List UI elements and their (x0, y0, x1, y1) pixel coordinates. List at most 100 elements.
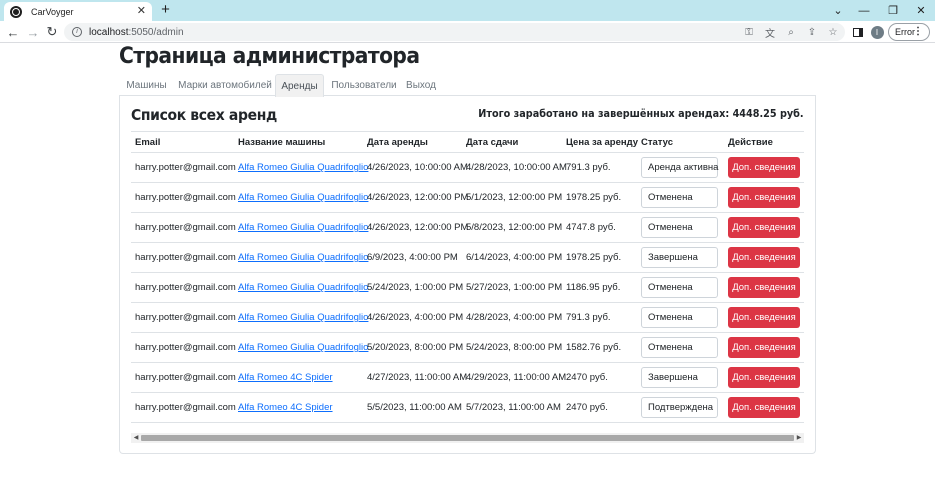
tab-logout[interactable]: Выход (402, 74, 440, 96)
details-button[interactable]: Доп. сведения (728, 187, 800, 208)
reload-icon[interactable]: ↻ (43, 23, 61, 41)
error-chip[interactable]: Error ⋮ (888, 23, 930, 41)
car-link[interactable]: Alfa Romeo Giulia Quadrifoglio (238, 162, 368, 173)
table-row: harry.potter@gmail.com Alfa Romeo Giulia … (131, 272, 804, 303)
cell-return-date: 5/8/2023, 12:00:00 PM (462, 212, 562, 243)
car-link[interactable]: Alfa Romeo Giulia Quadrifoglio (238, 192, 368, 203)
horizontal-scrollbar[interactable]: ◀ ▶ (131, 433, 804, 443)
globe-icon (10, 5, 22, 18)
cell-return-date: 4/28/2023, 10:00:00 AM (462, 152, 567, 183)
new-tab-button[interactable]: + (157, 2, 174, 19)
cell-status: Отменена (637, 272, 724, 303)
close-icon[interactable]: ✕ (137, 6, 146, 17)
cell-car-name: Alfa Romeo 4C Spider (234, 392, 363, 423)
cell-action: Доп. сведения (724, 302, 804, 333)
rentals-table-body: harry.potter@gmail.com Alfa Romeo Giulia … (131, 152, 804, 423)
cell-return-date: 5/7/2023, 11:00:00 AM (462, 392, 562, 423)
car-link[interactable]: Alfa Romeo Giulia Quadrifoglio (238, 312, 368, 323)
header-rent-date: Дата аренды (363, 131, 462, 153)
cell-email: harry.potter@gmail.com (131, 332, 236, 363)
arrow-left-icon[interactable]: ← (4, 23, 22, 41)
header-email: Email (131, 131, 234, 153)
status-field: Завершена (641, 247, 718, 268)
details-button[interactable]: Доп. сведения (728, 367, 800, 388)
cell-rent-date: 5/24/2023, 1:00:00 PM (363, 272, 463, 303)
info-icon[interactable]: i (72, 27, 82, 37)
profile-button[interactable]: I (869, 24, 885, 40)
cell-status: Аренда активна (637, 152, 724, 183)
cell-status: Отменена (637, 302, 724, 333)
table-row: harry.potter@gmail.com Alfa Romeo 4C Spid… (131, 362, 804, 393)
browser-tab[interactable]: CarVoyger ✕ (4, 2, 152, 21)
car-link[interactable]: Alfa Romeo 4C Spider (238, 372, 333, 383)
details-button[interactable]: Доп. сведения (728, 397, 800, 418)
section-title: Список всех аренд (131, 106, 277, 124)
cell-price: 1582.76 руб. (562, 332, 637, 363)
total-earned: Итого заработано на завершённых арендах:… (478, 108, 804, 120)
cell-action: Доп. сведения (724, 392, 804, 423)
details-button[interactable]: Доп. сведения (728, 337, 800, 358)
header-car-name: Название машины (234, 131, 363, 153)
status-field: Отменена (641, 217, 718, 238)
tab-car-brands[interactable]: Марки автомобилей (175, 74, 275, 96)
status-field: Отменена (641, 277, 718, 298)
cell-car-name: Alfa Romeo Giulia Quadrifoglio (234, 272, 368, 303)
cell-rent-date: 4/26/2023, 10:00:00 AM (363, 152, 468, 183)
cell-price: 2470 руб. (562, 362, 637, 393)
cell-action: Доп. сведения (724, 362, 804, 393)
tab-cars[interactable]: Машины (119, 74, 174, 96)
details-button[interactable]: Доп. сведения (728, 277, 800, 298)
tab-users[interactable]: Пользователи (326, 74, 402, 96)
translate-icon[interactable]: 文 (764, 25, 776, 40)
window-close-button[interactable]: ✕ (903, 0, 935, 21)
scrollbar-thumb[interactable] (141, 435, 794, 441)
car-link[interactable]: Alfa Romeo 4C Spider (238, 402, 333, 413)
car-link[interactable]: Alfa Romeo Giulia Quadrifoglio (238, 282, 368, 293)
details-button[interactable]: Доп. сведения (728, 247, 800, 268)
star-icon[interactable]: ☆ (827, 27, 839, 38)
cell-price: 791.3 руб. (562, 302, 637, 333)
arrow-right-icon[interactable]: → (24, 23, 42, 41)
status-field: Завершена (641, 367, 718, 388)
cell-status: Отменена (637, 332, 724, 363)
cell-action: Доп. сведения (724, 182, 804, 213)
tab-rentals[interactable]: Аренды (275, 74, 324, 97)
cell-price: 1186.95 руб. (562, 272, 637, 303)
share-icon[interactable]: ⇪ (806, 27, 818, 38)
cell-email: harry.potter@gmail.com (131, 242, 236, 273)
address-bar-actions: ⚿ 文 ⌕ ⇪ ☆ (743, 23, 839, 41)
cell-car-name: Alfa Romeo Giulia Quadrifoglio (234, 212, 368, 243)
cell-return-date: 5/24/2023, 8:00:00 PM (462, 332, 562, 363)
key-icon[interactable]: ⚿ (743, 27, 755, 38)
car-link[interactable]: Alfa Romeo Giulia Quadrifoglio (238, 222, 368, 233)
scroll-right-icon[interactable]: ▶ (794, 433, 804, 443)
details-button[interactable]: Доп. сведения (728, 157, 800, 178)
table-row: harry.potter@gmail.com Alfa Romeo Giulia … (131, 152, 804, 183)
header-status: Статус (637, 131, 724, 153)
details-button[interactable]: Доп. сведения (728, 217, 800, 238)
scroll-left-icon[interactable]: ◀ (131, 433, 141, 443)
cell-status: Завершена (637, 242, 724, 273)
more-menu-icon[interactable]: ⋮ (913, 26, 923, 38)
details-button[interactable]: Доп. сведения (728, 307, 800, 328)
cell-car-name: Alfa Romeo Giulia Quadrifoglio (234, 242, 368, 273)
cell-car-name: Alfa Romeo Giulia Quadrifoglio (234, 332, 368, 363)
cell-car-name: Alfa Romeo Giulia Quadrifoglio (234, 182, 368, 213)
rentals-table: Email Название машины Дата аренды Дата с… (131, 131, 804, 423)
table-row: harry.potter@gmail.com Alfa Romeo Giulia … (131, 212, 804, 243)
car-link[interactable]: Alfa Romeo Giulia Quadrifoglio (238, 252, 368, 263)
side-panel-icon (853, 27, 863, 37)
car-link[interactable]: Alfa Romeo Giulia Quadrifoglio (238, 342, 368, 353)
side-panel-button[interactable] (850, 24, 866, 40)
zoom-icon[interactable]: ⌕ (785, 27, 797, 38)
cell-email: harry.potter@gmail.com (131, 302, 236, 333)
cell-price: 2470 руб. (562, 392, 637, 423)
table-row: harry.potter@gmail.com Alfa Romeo 4C Spid… (131, 392, 804, 423)
cell-price: 1978.25 руб. (562, 242, 637, 273)
cell-rent-date: 5/20/2023, 8:00:00 PM (363, 332, 463, 363)
cell-action: Доп. сведения (724, 272, 804, 303)
cell-rent-date: 6/9/2023, 4:00:00 PM (363, 242, 462, 273)
cell-email: harry.potter@gmail.com (131, 392, 236, 423)
cell-rent-date: 4/26/2023, 12:00:00 PM (363, 212, 468, 243)
address-bar[interactable]: i localhost:5050/admin ⚿ 文 ⌕ ⇪ ☆ (64, 23, 845, 41)
